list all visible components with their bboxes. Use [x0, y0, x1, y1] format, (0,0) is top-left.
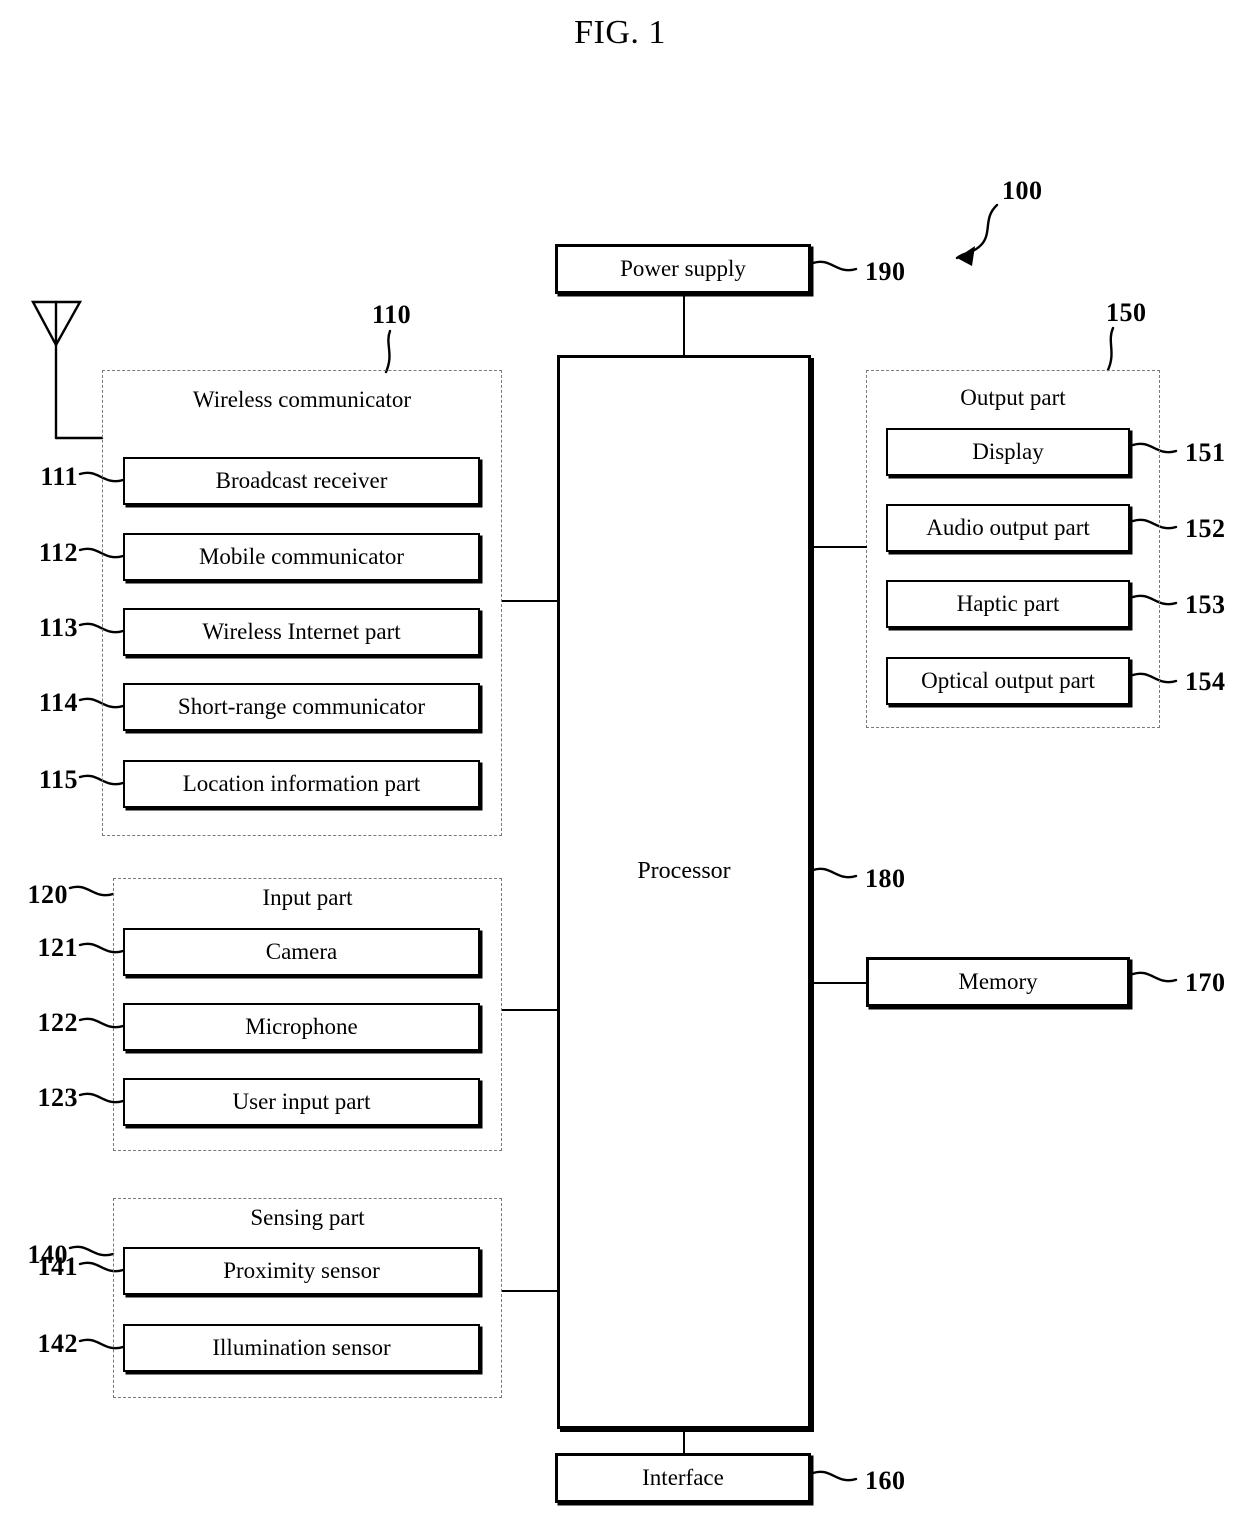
group-output-title: Output part	[960, 385, 1066, 410]
block-proximity-sensor-label: Proximity sensor	[223, 1258, 380, 1283]
group-wireless-title: Wireless communicator	[192, 387, 412, 412]
leader-150	[1106, 326, 1115, 372]
ref-110: 110	[372, 300, 412, 329]
block-wireless-internet-part-label: Wireless Internet part	[202, 619, 401, 644]
leader-160	[811, 1470, 858, 1482]
ref-120: 120	[27, 880, 68, 909]
leader-170	[1131, 971, 1178, 983]
block-haptic-part[interactable]: Haptic part	[886, 580, 1130, 628]
block-location-information-part[interactable]: Location information part	[123, 760, 480, 808]
block-illumination-sensor-label: Illumination sensor	[212, 1335, 391, 1360]
block-optical-output-part-label: Optical output part	[921, 668, 1095, 693]
block-broadcast-receiver[interactable]: Broadcast receiver	[123, 457, 480, 505]
group-sensing-title: Sensing part	[250, 1205, 365, 1230]
ref-154: 154	[1185, 667, 1226, 696]
system-leader-arrow	[955, 203, 999, 266]
block-mobile-communicator[interactable]: Mobile communicator	[123, 533, 480, 581]
block-microphone[interactable]: Microphone	[123, 1003, 480, 1051]
block-haptic-part-label: Haptic part	[956, 591, 1060, 616]
connector-processor-to-interface	[683, 1429, 685, 1454]
ref-115: 115	[38, 765, 78, 794]
block-short-range-communicator[interactable]: Short-range communicator	[123, 683, 480, 731]
interface-block[interactable]: Interface	[555, 1453, 811, 1503]
block-microphone-label: Microphone	[245, 1014, 358, 1039]
power-supply-block[interactable]: Power supply	[555, 244, 811, 294]
leader-180	[811, 867, 858, 879]
processor-block[interactable]: Processor	[557, 355, 811, 1429]
antenna-icon	[30, 300, 104, 440]
connector-processor-to-output	[811, 546, 867, 548]
ref-160: 160	[865, 1466, 906, 1495]
ref-141: 141	[37, 1252, 78, 1281]
leader-120	[68, 885, 115, 897]
block-proximity-sensor[interactable]: Proximity sensor	[123, 1247, 480, 1295]
ref-170: 170	[1185, 968, 1226, 997]
power-supply-label: Power supply	[620, 256, 746, 281]
processor-label: Processor	[637, 858, 731, 884]
block-mobile-communicator-label: Mobile communicator	[198, 544, 405, 569]
block-audio-output-part[interactable]: Audio output part	[886, 504, 1130, 552]
connector-power-to-processor	[683, 294, 685, 355]
block-illumination-sensor[interactable]: Illumination sensor	[123, 1324, 480, 1372]
system-ref-100: 100	[1002, 176, 1043, 205]
block-user-input-part-label: User input part	[232, 1089, 371, 1114]
block-optical-output-part[interactable]: Optical output part	[886, 657, 1130, 705]
block-user-input-part[interactable]: User input part	[123, 1078, 480, 1126]
group-input-title: Input part	[262, 885, 353, 910]
leader-110	[384, 329, 392, 374]
ref-121: 121	[37, 933, 78, 962]
ref-190: 190	[865, 257, 906, 286]
ref-151: 151	[1185, 438, 1226, 467]
ref-123: 123	[37, 1083, 78, 1112]
block-broadcast-receiver-label: Broadcast receiver	[215, 468, 388, 493]
interface-label: Interface	[642, 1465, 724, 1490]
block-camera-label: Camera	[265, 939, 338, 964]
block-short-range-communicator-label: Short-range communicator	[177, 694, 426, 719]
ref-142: 142	[37, 1329, 78, 1358]
block-audio-output-part-label: Audio output part	[926, 515, 1090, 540]
leader-190	[811, 260, 858, 272]
block-location-information-part-label: Location information part	[182, 771, 421, 796]
ref-153: 153	[1185, 590, 1226, 619]
memory-label: Memory	[958, 969, 1038, 994]
block-display-label: Display	[972, 439, 1044, 464]
connector-processor-to-memory	[811, 982, 867, 984]
ref-150: 150	[1106, 298, 1147, 327]
ref-152: 152	[1185, 514, 1226, 543]
ref-114: 114	[38, 688, 78, 717]
connector-sensing-to-processor	[502, 1290, 559, 1292]
block-display[interactable]: Display	[886, 428, 1130, 476]
ref-111: 111	[40, 462, 78, 491]
memory-block[interactable]: Memory	[866, 957, 1130, 1007]
connector-input-to-processor	[502, 1009, 559, 1011]
ref-113: 113	[38, 613, 78, 642]
ref-180: 180	[865, 864, 906, 893]
connector-wireless-to-processor	[502, 600, 559, 602]
figure-title: FIG. 1	[574, 14, 666, 51]
block-camera[interactable]: Camera	[123, 928, 480, 976]
block-wireless-internet-part[interactable]: Wireless Internet part	[123, 608, 480, 656]
ref-112: 112	[38, 538, 78, 567]
ref-122: 122	[37, 1008, 78, 1037]
